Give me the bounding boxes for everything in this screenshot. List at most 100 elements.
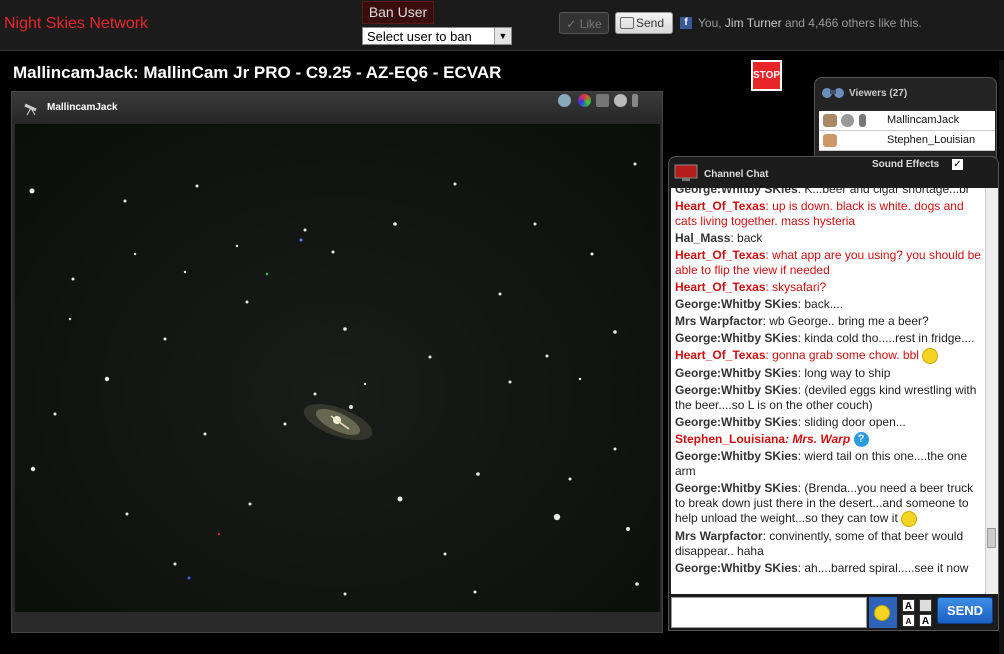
refresh-icon[interactable]: [578, 94, 591, 107]
message-text: : Mrs. Warp: [785, 432, 851, 446]
message-user[interactable]: Mrs Warpfactor: [675, 314, 763, 328]
galaxy: [303, 403, 373, 441]
viewer-name: Stephen_Louisian: [887, 134, 976, 146]
bold-button[interactable]: A: [919, 614, 932, 627]
sound-effects-label: Sound Effects: [872, 159, 940, 170]
message-user[interactable]: George:Whitby SKies: [675, 366, 798, 380]
message-user[interactable]: Hal_Mass: [675, 231, 730, 245]
chat-log[interactable]: George:Whitby SKies: K...beer and cigar …: [671, 188, 985, 594]
message-user[interactable]: George:Whitby SKies: [675, 331, 798, 345]
user-icon: [823, 114, 837, 127]
message-user[interactable]: George:Whitby SKies: [675, 297, 798, 311]
chat-scrollbar[interactable]: [985, 188, 998, 594]
chat-message: Heart_Of_Texas: up is down. black is whi…: [675, 199, 985, 229]
send-label: Send: [636, 16, 665, 30]
message-text: : K...beer and cigar shortage...br: [797, 188, 970, 196]
channel-chat-panel: Channel Chat George:Whitby SKies: K...be…: [668, 156, 999, 631]
microphone-icon[interactable]: [632, 94, 638, 107]
like-count-text: You, Jim Turner and 4,466 others like th…: [698, 16, 922, 30]
message-user[interactable]: George:Whitby SKies: [675, 415, 798, 429]
font-smaller-button[interactable]: A: [902, 614, 915, 627]
font-size-button[interactable]: A: [902, 599, 915, 612]
message-user[interactable]: Heart_Of_Texas: [675, 199, 766, 213]
chat-message: Heart_Of_Texas: what app are you using? …: [675, 248, 985, 278]
viewers-title: Viewers (27): [849, 88, 908, 99]
page-scrollbar[interactable]: [999, 60, 1004, 654]
stop-button[interactable]: STOP: [751, 60, 782, 91]
monitor-icon: [674, 164, 698, 181]
video-panel: MallincamJack: [11, 91, 663, 633]
chat-message: Hal_Mass: back: [675, 231, 985, 246]
facebook-send-button[interactable]: Send: [615, 12, 673, 34]
question-icon: ?: [853, 432, 869, 448]
message-text: : back....: [797, 297, 844, 311]
ban-user-button[interactable]: Ban User: [362, 1, 434, 24]
viewer-name: MallincamJack: [887, 114, 960, 126]
viewer-item[interactable]: Stephen_Louisian: [819, 131, 995, 151]
sound-effects-checkbox[interactable]: ✓: [952, 159, 963, 170]
message-user[interactable]: George:Whitby SKies: [675, 188, 798, 196]
fullscreen-icon[interactable]: [596, 94, 609, 107]
video-header: MallincamJack: [12, 92, 662, 124]
message-user[interactable]: Mrs Warpfactor: [675, 529, 763, 543]
chevron-down-icon[interactable]: ▼: [494, 28, 511, 44]
like-suffix: and 4,466 others like this.: [781, 16, 922, 30]
chat-message: George:Whitby SKies: (Brenda...you need …: [675, 481, 985, 528]
chat-message: George:Whitby SKies: back....: [675, 297, 985, 312]
telescope-icon: [24, 103, 37, 116]
binoculars-icon: [822, 88, 844, 98]
chat-message: Heart_Of_Texas: gonna grab some chow. bb…: [675, 348, 985, 364]
message-text: : ah....barred spiral.....see it now: [797, 561, 969, 576]
scrollbar-thumb[interactable]: [987, 528, 996, 548]
star-field: [29, 162, 639, 596]
chat-message: George:Whitby SKies: wierd tail on this …: [675, 449, 985, 479]
message-user[interactable]: Heart_Of_Texas: [675, 348, 766, 362]
camera-name: MallincamJack: [47, 102, 118, 113]
chat-message: George:Whitby SKies: long way to ship: [675, 366, 985, 381]
chat-message: Stephen_Louisiana: Mrs. Warp ?: [675, 432, 985, 448]
webcam-icon: [841, 114, 854, 127]
chat-send-button[interactable]: SEND: [937, 597, 993, 624]
chat-message: George:Whitby SKies: sliding door open..…: [675, 415, 985, 430]
smiley-icon: [922, 348, 939, 364]
message-user[interactable]: George:Whitby SKies: [675, 481, 798, 495]
users-icon: [823, 134, 837, 147]
message-text: : skysafari?: [765, 280, 827, 294]
color-picker-icon[interactable]: [919, 599, 932, 612]
stars: [29, 162, 639, 596]
settings-gear-icon[interactable]: [558, 94, 571, 107]
like-label: Like: [579, 17, 602, 31]
chat-message: Heart_Of_Texas: skysafari?: [675, 280, 985, 295]
top-bar: Night Skies Network Ban User Select user…: [0, 0, 1004, 51]
live-video-feed[interactable]: [15, 124, 660, 612]
message-user[interactable]: Heart_Of_Texas: [675, 280, 766, 294]
viewer-item[interactable]: MallincamJack: [819, 111, 995, 131]
chat-message: George:Whitby SKies: K...beer and cigar …: [675, 188, 985, 197]
chat-title: Channel Chat: [704, 169, 769, 180]
message-user[interactable]: Heart_Of_Texas: [675, 248, 766, 262]
message-text: : long way to ship: [797, 366, 891, 380]
message-user[interactable]: George:Whitby SKies: [675, 561, 798, 575]
chat-message: George:Whitby SKies: (deviled eggs kind …: [675, 383, 985, 413]
chat-message: George:Whitby SKies: kinda cold tho.....…: [675, 331, 985, 346]
message-user[interactable]: Stephen_Louisiana: [675, 432, 785, 446]
like-button[interactable]: ✓ Like: [559, 12, 609, 34]
message-text: : sliding door open...: [797, 415, 906, 429]
chat-message: George:Whitby SKies: ah....barred spiral…: [675, 561, 985, 576]
emoji-button[interactable]: [869, 597, 897, 628]
chat-message-input[interactable]: [671, 597, 867, 628]
smiley-icon: [901, 511, 918, 528]
chat-messages: George:Whitby SKies: K...beer and cigar …: [675, 188, 985, 578]
message-user[interactable]: George:Whitby SKies: [675, 383, 798, 397]
microphone-icon: [859, 114, 866, 127]
like-prefix: You,: [698, 16, 725, 30]
like-name-link[interactable]: Jim Turner: [725, 16, 782, 30]
webcam-icon[interactable]: [614, 94, 627, 107]
video-footer: [12, 613, 662, 632]
ban-user-select[interactable]: Select user to ban ▼: [362, 27, 512, 45]
facebook-icon: f: [680, 17, 692, 29]
site-title[interactable]: Night Skies Network: [4, 15, 148, 33]
send-message-icon: [620, 17, 634, 29]
message-text: : gonna grab some chow. bbl: [765, 348, 919, 363]
message-user[interactable]: George:Whitby SKies: [675, 449, 798, 463]
